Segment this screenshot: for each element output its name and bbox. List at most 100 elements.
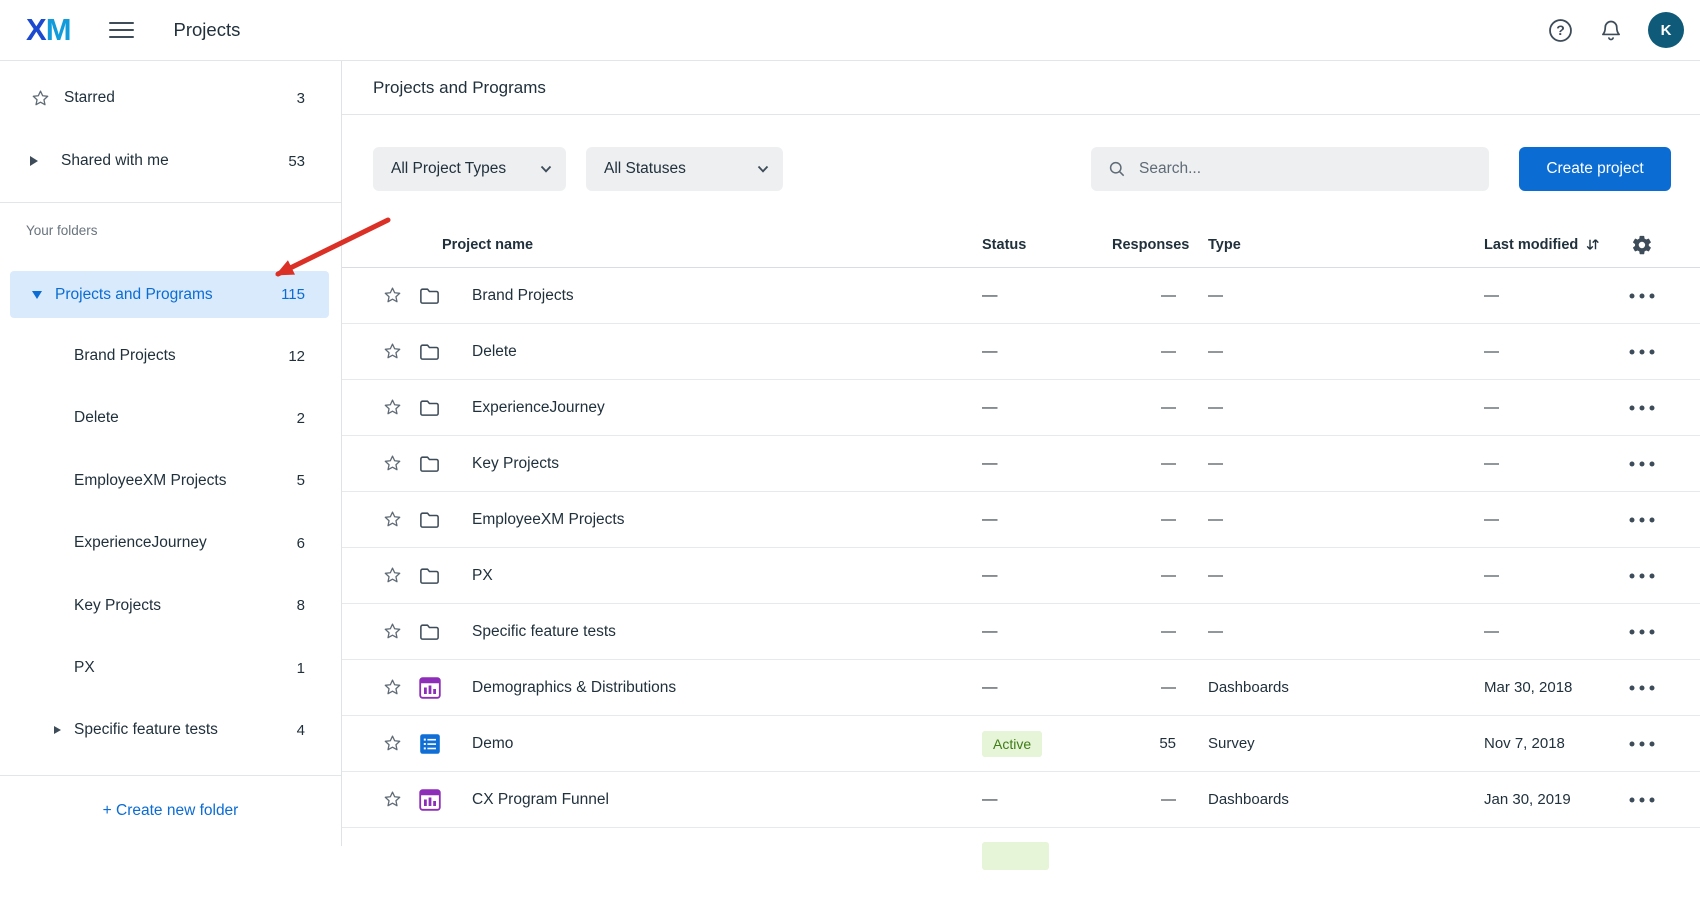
column-header-project-name: Project name <box>382 237 982 253</box>
project-name[interactable]: Specific feature tests <box>472 623 982 641</box>
project-name[interactable]: PX <box>472 567 982 585</box>
column-header-status: Status <box>982 237 1112 253</box>
table-row[interactable]: EmployeeXM Projects — — — — <box>342 492 1700 548</box>
modified-value: Nov 7, 2018 <box>1452 735 1612 752</box>
table-row[interactable]: ExperienceJourney — — — — <box>342 380 1700 436</box>
table-row[interactable]: Specific feature tests — — — — <box>342 604 1700 660</box>
row-actions-button[interactable] <box>1627 735 1657 753</box>
statuses-dropdown[interactable]: All Statuses <box>586 147 783 191</box>
help-icon[interactable]: ? <box>1547 17 1574 44</box>
modified-value: Mar 30, 2018 <box>1452 679 1612 696</box>
table-settings-gear-icon[interactable] <box>1631 234 1653 256</box>
star-icon[interactable] <box>382 285 403 306</box>
create-project-button[interactable]: Create project <box>1519 147 1671 191</box>
sidebar-folder-item[interactable]: Delete 2 <box>0 396 341 440</box>
folder-count: 5 <box>297 472 305 489</box>
folder-label: Delete <box>74 409 297 427</box>
project-name[interactable]: Delete <box>472 343 982 361</box>
modified-value: — <box>1452 343 1612 360</box>
sidebar: Starred 3 Shared with me 53 Your folders… <box>0 61 342 846</box>
sidebar-folder-item[interactable]: ExperienceJourney 6 <box>0 521 341 565</box>
svg-text:?: ? <box>1556 22 1565 38</box>
hamburger-menu-icon[interactable] <box>109 22 134 39</box>
sidebar-folder-item[interactable]: Key Projects 8 <box>0 584 341 628</box>
status-value: — <box>982 679 998 696</box>
xm-logo[interactable]: XM <box>26 12 71 48</box>
create-new-folder-link[interactable]: + Create new folder <box>0 788 341 834</box>
user-avatar[interactable]: K <box>1648 12 1684 48</box>
project-types-dropdown[interactable]: All Project Types <box>373 147 566 191</box>
row-actions-button[interactable] <box>1627 623 1657 641</box>
type-value: — <box>1176 455 1452 472</box>
status-value: — <box>982 287 998 304</box>
star-icon[interactable] <box>382 453 403 474</box>
sidebar-folder-item[interactable]: Brand Projects 12 <box>0 334 341 378</box>
project-name[interactable]: ExperienceJourney <box>472 399 982 417</box>
type-value: — <box>1176 623 1452 640</box>
table-body: Brand Projects — — — — Delete — — <box>342 268 1700 828</box>
folder-icon <box>418 620 441 643</box>
sidebar-item-shared-with-me[interactable]: Shared with me 53 <box>0 138 341 184</box>
star-icon[interactable] <box>382 621 403 642</box>
responses-value: — <box>1112 399 1176 416</box>
shared-count: 53 <box>288 153 305 170</box>
folder-label: Key Projects <box>74 597 297 615</box>
table-row[interactable]: Key Projects — — — — <box>342 436 1700 492</box>
table-row[interactable]: Demographics & Distributions — — Dashboa… <box>342 660 1700 716</box>
row-actions-button[interactable] <box>1627 567 1657 585</box>
row-actions-button[interactable] <box>1627 679 1657 697</box>
row-actions-button[interactable] <box>1627 511 1657 529</box>
responses-value: — <box>1112 287 1176 304</box>
type-value: — <box>1176 343 1452 360</box>
table-row[interactable]: CX Program Funnel — — Dashboards Jan 30,… <box>342 772 1700 828</box>
project-name[interactable]: Brand Projects <box>472 287 982 305</box>
shared-label: Shared with me <box>61 152 288 170</box>
project-name[interactable]: CX Program Funnel <box>472 791 982 809</box>
row-actions-button[interactable] <box>1627 455 1657 473</box>
type-value: — <box>1176 567 1452 584</box>
star-icon[interactable] <box>382 341 403 362</box>
table-row[interactable]: PX — — — — <box>342 548 1700 604</box>
divider <box>342 114 1700 115</box>
table-row[interactable]: Brand Projects — — — — <box>342 268 1700 324</box>
column-header-last-modified[interactable]: Last modified <box>1452 237 1612 253</box>
responses-value: — <box>1112 511 1176 528</box>
row-actions-button[interactable] <box>1627 399 1657 417</box>
row-actions-button[interactable] <box>1627 287 1657 305</box>
sort-icon <box>1585 237 1600 252</box>
type-value: Survey <box>1176 735 1452 752</box>
search-input[interactable] <box>1137 159 1475 179</box>
table-row[interactable]: Demo Active 55 Survey Nov 7, 2018 <box>342 716 1700 772</box>
sidebar-folder-item[interactable]: PX 1 <box>0 646 341 690</box>
table-row[interactable]: Delete — — — — <box>342 324 1700 380</box>
folder-icon <box>418 396 441 419</box>
row-actions-button[interactable] <box>1627 791 1657 809</box>
sidebar-item-projects-and-programs-selected[interactable]: Projects and Programs 115 <box>10 271 329 318</box>
sidebar-folder-item[interactable]: EmployeeXM Projects 5 <box>0 459 341 503</box>
project-name[interactable]: Key Projects <box>472 455 982 473</box>
star-icon[interactable] <box>382 565 403 586</box>
star-icon[interactable] <box>382 789 403 810</box>
folder-icon <box>418 508 441 531</box>
last-modified-label: Last modified <box>1484 237 1578 253</box>
project-name[interactable]: EmployeeXM Projects <box>472 511 982 529</box>
divider <box>0 775 341 776</box>
project-name[interactable]: Demographics & Distributions <box>472 679 982 697</box>
modified-value: — <box>1452 511 1612 528</box>
folder-icon <box>418 340 441 363</box>
status-badge-partial <box>982 842 1049 870</box>
table-row-partial[interactable] <box>342 828 1700 907</box>
project-name[interactable]: Demo <box>472 735 982 753</box>
filter-bar: All Project Types All Statuses Create pr… <box>342 147 1700 191</box>
row-actions-button[interactable] <box>1627 343 1657 361</box>
modified-value: — <box>1452 623 1612 640</box>
star-icon[interactable] <box>382 733 403 754</box>
notifications-bell-icon[interactable] <box>1598 17 1624 43</box>
column-header-responses: Responses <box>1112 237 1176 253</box>
responses-value: — <box>1112 343 1176 360</box>
star-icon[interactable] <box>382 677 403 698</box>
sidebar-item-starred[interactable]: Starred 3 <box>0 75 341 121</box>
sidebar-folder-item[interactable]: Specific feature tests 4 <box>0 708 341 752</box>
star-icon[interactable] <box>382 509 403 530</box>
star-icon[interactable] <box>382 397 403 418</box>
